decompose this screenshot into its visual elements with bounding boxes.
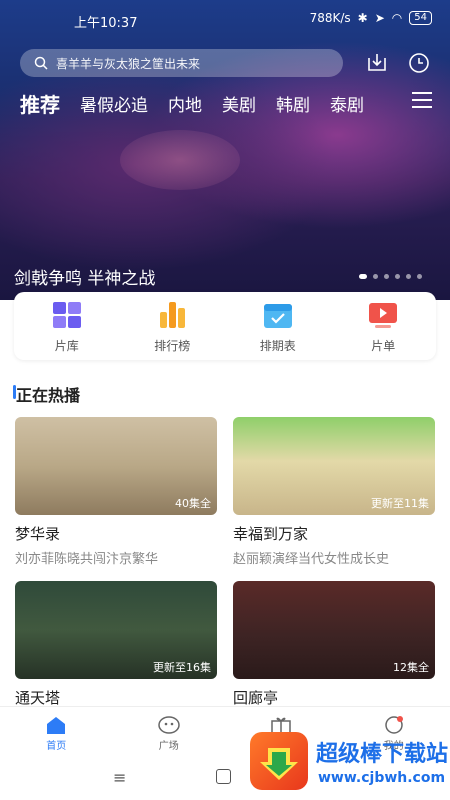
quick-links: 片库 排行榜 排期表 片单 <box>14 292 436 360</box>
banner-image[interactable] <box>0 0 450 300</box>
quick-label: 排期表 <box>259 339 296 353</box>
nav-home[interactable]: 首页 <box>0 707 113 757</box>
history-icon[interactable] <box>405 49 433 77</box>
page-dot <box>373 274 378 279</box>
show-card[interactable]: 12集全 回廊亭 <box>233 581 435 708</box>
quick-label: 排行榜 <box>154 339 191 353</box>
show-subtitle: 刘亦菲陈晓共闯汴京繁华 <box>15 552 159 567</box>
menu-icon[interactable] <box>412 92 432 110</box>
show-poster: 12集全 <box>233 581 435 679</box>
page-dot <box>384 274 389 279</box>
tab-summer[interactable]: 暑假必追 <box>80 91 148 116</box>
battery-level: 54 <box>414 12 427 23</box>
home-key-icon[interactable] <box>216 769 231 784</box>
recent-apps-icon[interactable]: ≡ <box>113 768 126 787</box>
status-bar: 上午10:37 788K/s ✱ ➤ ◠ 54 <box>0 0 450 40</box>
quick-ranking[interactable]: 排行榜 <box>120 292 226 360</box>
show-title: 通天塔 <box>15 689 61 707</box>
show-poster: 更新至11集 <box>233 417 435 515</box>
show-card[interactable]: 更新至16集 通天塔 <box>15 581 217 708</box>
episode-badge: 12集全 <box>393 661 429 674</box>
category-tabs: 推荐 暑假必追 内地 美剧 韩剧 泰剧 <box>0 86 450 120</box>
status-time: 上午10:37 <box>74 16 138 31</box>
page-dot <box>406 274 411 279</box>
square-icon <box>158 716 180 734</box>
watermark-name: 超级棒下载站 <box>316 742 449 767</box>
tab-mainland[interactable]: 内地 <box>168 91 202 116</box>
show-poster: 40集全 <box>15 417 217 515</box>
banner-title: 剑戟争鸣 半神之战 <box>14 269 156 289</box>
show-card[interactable]: 40集全 梦华录 刘亦菲陈晓共闯汴京繁华 <box>15 417 217 567</box>
banner-glow <box>120 130 240 190</box>
tab-thai-drama[interactable]: 泰剧 <box>330 91 364 116</box>
watermark-url: www.cjbwh.com <box>318 770 446 786</box>
section-title: 正在热播 <box>16 386 81 405</box>
show-title: 梦华录 <box>15 525 61 543</box>
show-title: 幸福到万家 <box>233 525 309 543</box>
page-dot <box>359 274 367 279</box>
library-icon <box>52 302 81 328</box>
episode-badge: 40集全 <box>175 497 211 510</box>
quick-library[interactable]: 片库 <box>14 292 120 360</box>
playlist-icon <box>369 303 398 328</box>
quick-schedule[interactable]: 排期表 <box>225 292 331 360</box>
wifi-icon: ◠ <box>391 11 403 25</box>
location-icon: ➤ <box>374 11 385 25</box>
show-poster: 更新至16集 <box>15 581 217 679</box>
quick-playlist[interactable]: 片单 <box>331 292 437 360</box>
show-card[interactable]: 更新至11集 幸福到万家 赵丽颖演绎当代女性成长史 <box>233 417 435 567</box>
home-icon <box>47 717 66 734</box>
show-title: 回廊亭 <box>233 689 279 707</box>
page-dot <box>417 274 422 279</box>
search-placeholder: 喜羊羊与灰太狼之筐出未来 <box>56 56 201 71</box>
show-subtitle: 赵丽颖演绎当代女性成长史 <box>233 552 390 567</box>
watermark: 超级棒下载站 www.cjbwh.com <box>250 726 450 796</box>
ranking-icon <box>160 302 186 328</box>
search-icon <box>34 56 48 70</box>
quick-label: 片单 <box>371 339 396 353</box>
nav-label: 首页 <box>46 741 67 752</box>
tab-kr-drama[interactable]: 韩剧 <box>276 91 310 116</box>
episode-badge: 更新至16集 <box>153 661 211 674</box>
tab-us-drama[interactable]: 美剧 <box>222 91 256 116</box>
nav-label: 广场 <box>158 741 179 752</box>
tab-recommend[interactable]: 推荐 <box>20 89 60 118</box>
watermark-logo-icon <box>250 732 308 790</box>
bluetooth-icon: ✱ <box>357 11 368 25</box>
search-bar[interactable]: 喜羊羊与灰太狼之筐出未来 <box>20 49 343 77</box>
page-dot <box>395 274 400 279</box>
network-speed: 788K/s <box>309 11 351 25</box>
quick-label: 片库 <box>54 339 79 353</box>
nav-square[interactable]: 广场 <box>113 707 226 757</box>
calendar-icon <box>263 304 292 328</box>
battery-icon: 54 <box>409 11 432 25</box>
episode-badge: 更新至11集 <box>371 497 429 510</box>
banner-pagination <box>359 274 422 279</box>
download-icon[interactable] <box>363 49 391 77</box>
